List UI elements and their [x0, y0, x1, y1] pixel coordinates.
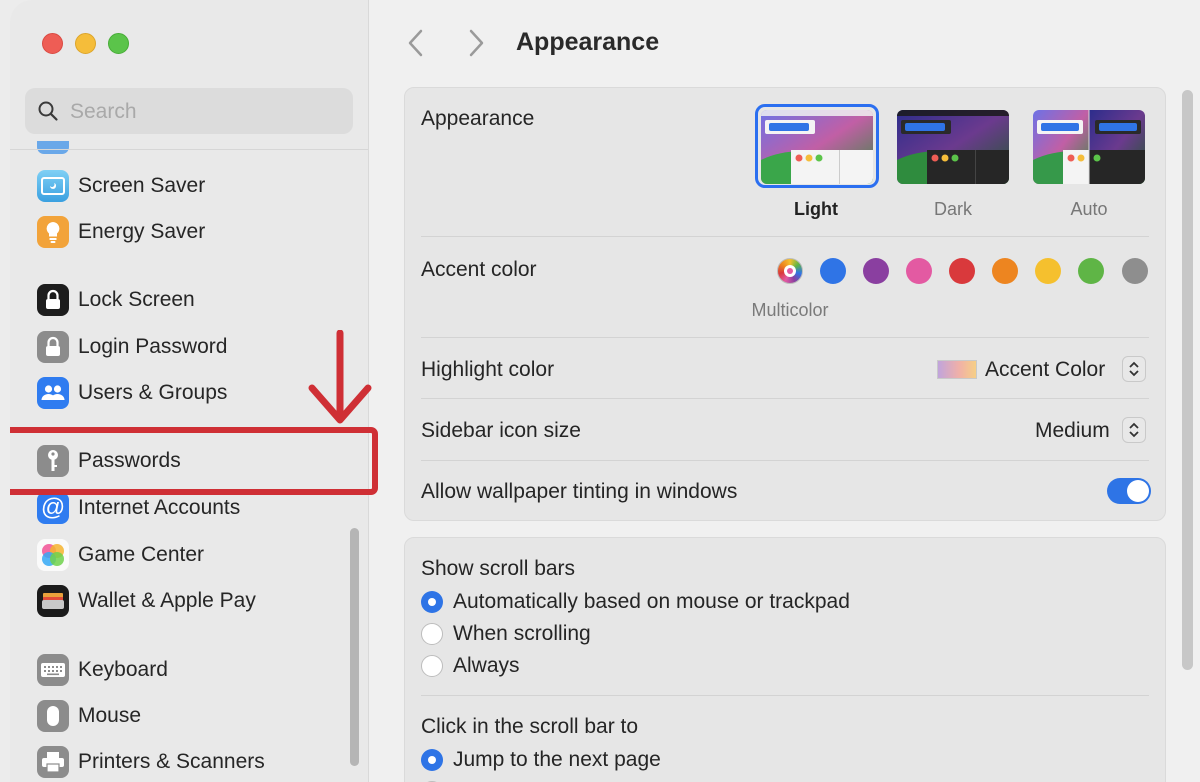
sidebar-item-label: Screen Saver [78, 174, 206, 197]
sidebar-item-label: Login Password [78, 335, 228, 358]
up-down-chevron-icon [1129, 422, 1139, 438]
accent-swatch-pink[interactable] [906, 258, 932, 284]
arrow-down-icon [308, 330, 372, 424]
sidebar-item-label: Printers & Scanners [78, 750, 265, 773]
radio-jump-next-page[interactable] [421, 749, 443, 771]
printer-icon [37, 746, 69, 778]
page-title: Appearance [516, 28, 660, 56]
highlight-color-swatch [937, 360, 977, 379]
sidebar-item-label: Energy Saver [78, 220, 206, 243]
accent-swatch-red[interactable] [949, 258, 975, 284]
main-scrollbar[interactable] [1182, 90, 1193, 670]
accent-swatch-purple[interactable] [863, 258, 889, 284]
auto-theme-preview-icon [1033, 110, 1145, 184]
radio-label: Always [453, 654, 520, 677]
sidebar-item-label: Internet Accounts [78, 496, 241, 519]
scroll-settings-group: Show scroll bars Automatically based on … [404, 537, 1166, 782]
sidebar-item-lock-screen[interactable]: Lock Screen [10, 280, 368, 324]
lock-screen-icon [37, 284, 69, 316]
settings-window: Search Screen Saver Energy Saver Lock Sc… [10, 0, 1200, 782]
back-chevron-icon[interactable] [406, 28, 426, 58]
theme-label-auto: Auto [1070, 199, 1108, 219]
search-input-placeholder: Search [70, 100, 137, 123]
search-icon [38, 101, 58, 121]
sidebar-divider [10, 149, 368, 150]
sidebar-item-label: Mouse [78, 704, 142, 727]
sidebar-item-keyboard[interactable]: Keyboard [10, 650, 368, 694]
sidebar-item-mouse[interactable]: Mouse [10, 696, 368, 740]
login-password-icon [37, 331, 69, 363]
highlight-annotation-box [10, 427, 378, 495]
sidebar-item-wallet[interactable]: Wallet & Apple Pay [10, 581, 368, 625]
row-divider [421, 460, 1149, 461]
radio-label: When scrolling [453, 622, 591, 645]
radio-automatically[interactable] [421, 591, 443, 613]
sidebar-item-printers-scanners[interactable]: Printers & Scanners [10, 742, 368, 782]
highlight-color-label: Highlight color [421, 358, 555, 381]
close-window-button[interactable] [42, 33, 63, 54]
highlight-color-value[interactable]: Accent Color [985, 358, 1105, 382]
sidebar-icon-size-value[interactable]: Medium [1035, 419, 1110, 443]
click-scroll-bar-label: Click in the scroll bar to [421, 715, 639, 738]
row-divider [421, 236, 1149, 237]
sidebar-icon-size-popup-button[interactable] [1122, 417, 1146, 443]
screen-saver-icon [37, 170, 69, 202]
sidebar-item-label: Lock Screen [78, 288, 195, 311]
theme-option-light[interactable] [761, 110, 873, 184]
sidebar-item-game-center[interactable]: Game Center [10, 535, 368, 579]
wallpaper-tinting-label: Allow wallpaper tinting in windows [421, 480, 738, 503]
accent-swatch-blue[interactable] [820, 258, 846, 284]
radio-always[interactable] [421, 655, 443, 677]
radio-when-scrolling[interactable] [421, 623, 443, 645]
keyboard-icon [37, 654, 69, 686]
theme-option-dark[interactable] [897, 110, 1009, 184]
radio-label: Jump to the next page [453, 748, 661, 771]
sidebar-item-label: Keyboard [78, 658, 168, 681]
accent-swatch-orange[interactable] [992, 258, 1018, 284]
accent-selected-name: Multicolor [751, 300, 829, 320]
up-down-chevron-icon [1129, 361, 1139, 377]
users-groups-icon [37, 377, 69, 409]
forward-chevron-icon[interactable] [466, 28, 486, 58]
accent-swatch-yellow[interactable] [1035, 258, 1061, 284]
minimize-window-button[interactable] [75, 33, 96, 54]
radio-label: Automatically based on mouse or trackpad [453, 590, 850, 613]
accent-color-label: Accent color [421, 258, 537, 281]
sidebar-item-energy-saver[interactable]: Energy Saver [10, 212, 368, 256]
light-theme-preview-icon [761, 110, 873, 184]
partial-sidebar-item-icon [37, 141, 69, 154]
sidebar-item-label: Game Center [78, 543, 205, 566]
dark-theme-preview-icon [897, 110, 1009, 184]
sidebar-scrollbar[interactable] [350, 528, 359, 766]
show-scroll-bars-label: Show scroll bars [421, 557, 576, 580]
row-divider [421, 695, 1149, 696]
sidebar-item-label: Users & Groups [78, 381, 228, 404]
row-divider [421, 398, 1149, 399]
row-divider [421, 337, 1149, 338]
theme-option-auto[interactable] [1033, 110, 1145, 184]
game-center-icon [37, 539, 69, 571]
sidebar-item-label: Wallet & Apple Pay [78, 589, 256, 612]
appearance-label: Appearance [421, 107, 535, 130]
wallet-icon [37, 585, 69, 617]
at-sign-icon: @ [37, 492, 69, 524]
highlight-color-popup-button[interactable] [1122, 356, 1146, 382]
accent-swatch-multicolor[interactable] [777, 258, 803, 284]
sidebar-icon-size-label: Sidebar icon size [421, 419, 581, 442]
wallpaper-tinting-toggle[interactable] [1107, 478, 1151, 504]
sidebar-item-screen-saver[interactable]: Screen Saver [10, 166, 368, 210]
mouse-icon [37, 700, 69, 732]
zoom-window-button[interactable] [108, 33, 129, 54]
accent-swatch-green[interactable] [1078, 258, 1104, 284]
appearance-settings-group: Appearance Light Dark Auto Accent color … [404, 87, 1166, 521]
toolbar: Appearance [368, 0, 1200, 85]
accent-swatch-graphite[interactable] [1122, 258, 1148, 284]
energy-saver-icon [37, 216, 69, 248]
search-field[interactable]: Search [25, 88, 353, 134]
theme-label-light: Light [794, 199, 838, 219]
theme-label-dark: Dark [933, 199, 972, 219]
